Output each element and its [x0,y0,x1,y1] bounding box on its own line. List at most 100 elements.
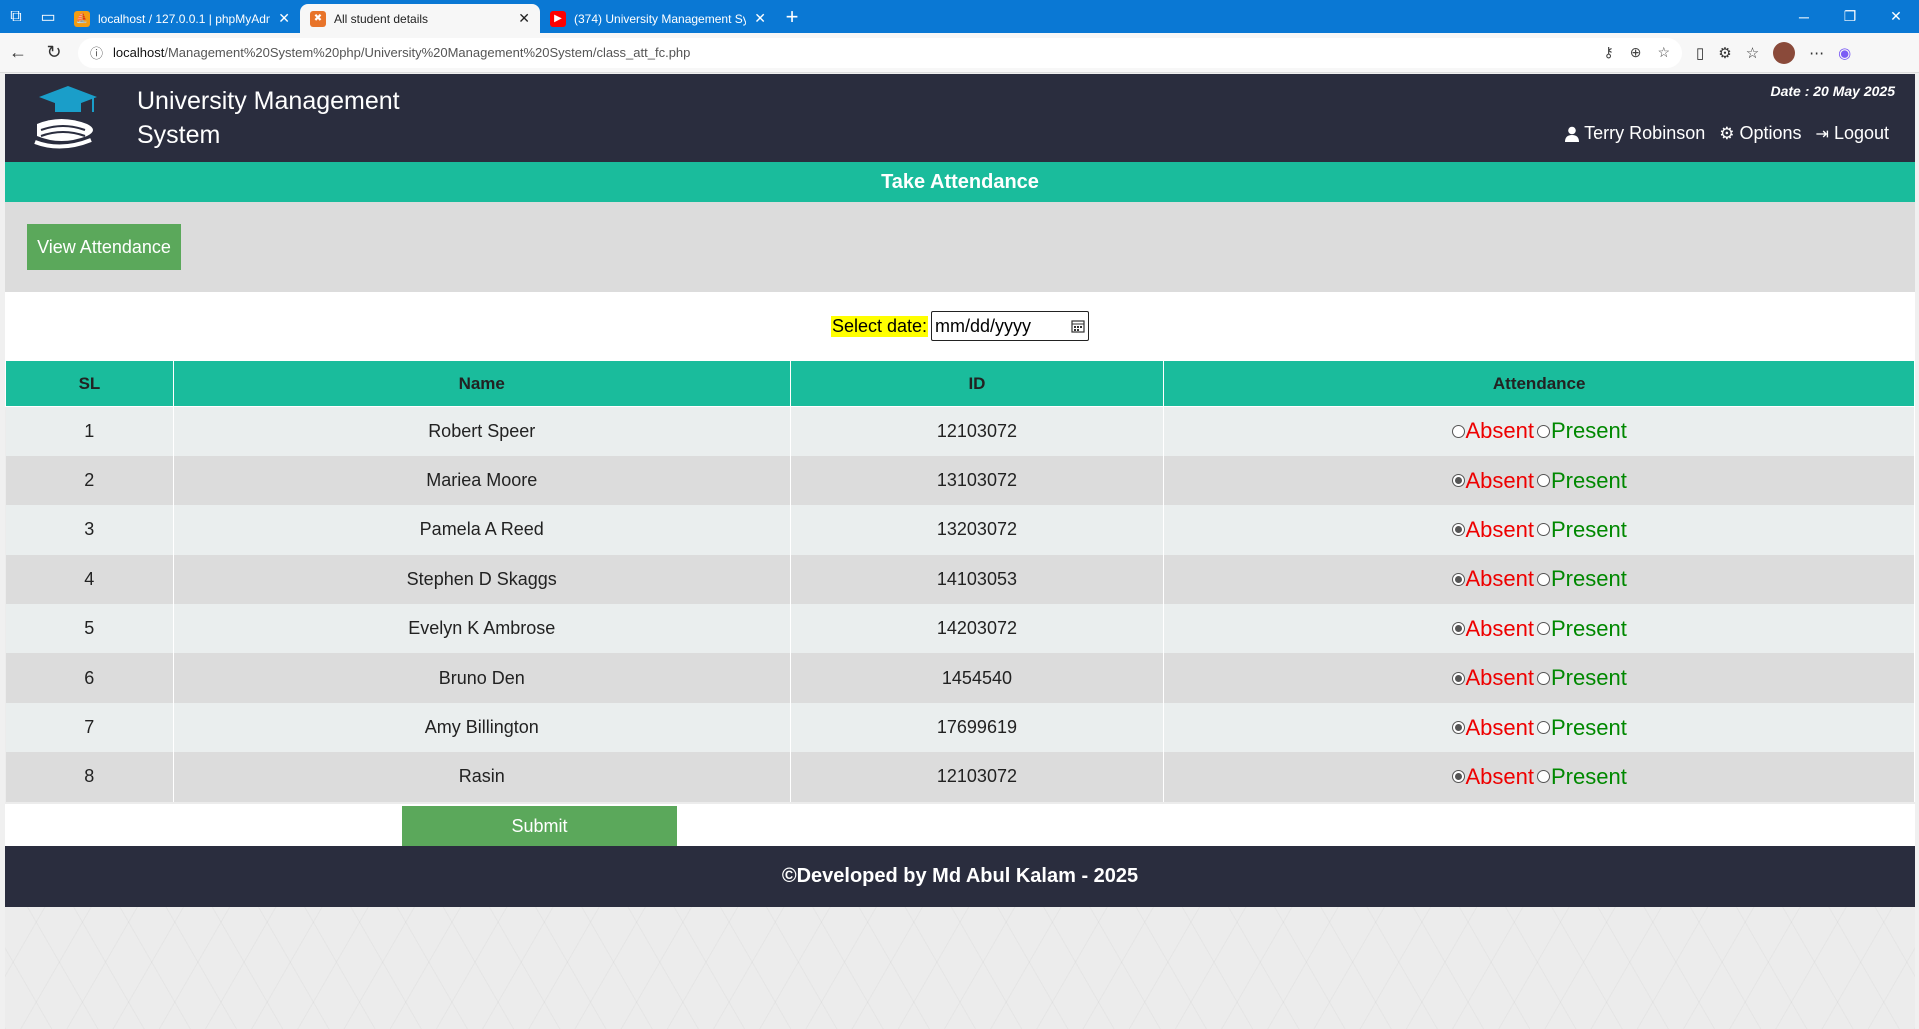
extensions-icon[interactable]: ⚙ [1718,44,1731,62]
refresh-icon[interactable]: ↻ [36,35,72,71]
site-header: University Management System Date : 20 M… [5,74,1915,162]
absent-label[interactable]: Absent [1466,665,1535,691]
minimize-icon[interactable]: ─ [1781,0,1827,33]
browser-tab-bar: ⧉ ▭ ⛵ localhost / 127.0.0.1 | phpMyAdm ✕… [0,0,1919,33]
absent-label[interactable]: Absent [1466,616,1535,642]
absent-label[interactable]: Absent [1466,418,1535,444]
present-label[interactable]: Present [1551,517,1627,543]
tab-title: (374) University Management Sys [574,11,747,26]
absent-radio[interactable] [1451,424,1465,438]
date-input[interactable]: mm/dd/yyyy [931,311,1090,341]
present-label[interactable]: Present [1551,715,1627,741]
user-menu[interactable]: Terry Robinson [1565,123,1705,144]
present-label[interactable]: Present [1551,616,1627,642]
submit-row: Submit [5,804,1915,846]
profile-avatar[interactable] [1773,41,1796,64]
cell-id: 12103072 [790,406,1165,456]
absent-radio[interactable] [1451,474,1465,488]
more-menu-icon[interactable]: ⋯ [1809,44,1824,62]
close-tab-icon[interactable]: ✕ [754,10,766,27]
present-radio[interactable] [1537,622,1550,636]
absent-label[interactable]: Absent [1466,517,1535,543]
submit-button[interactable]: Submit [402,806,677,846]
xampp-favicon-icon: ✖ [310,10,326,27]
tab-title: localhost / 127.0.0.1 | phpMyAdm [98,11,271,26]
cell-name: Bruno Den [173,653,791,703]
present-radio[interactable] [1537,671,1550,685]
absent-label[interactable]: Absent [1466,468,1535,494]
table-row: 1 Robert Speer 12103072 Absent Present [5,406,1915,456]
cell-id: 1454540 [790,653,1165,703]
cell-id: 13103072 [790,455,1165,506]
column-header-name: Name [172,360,791,407]
absent-radio[interactable] [1451,572,1465,586]
absent-radio[interactable] [1451,721,1465,735]
workspaces-icon[interactable]: ⧉ [0,0,32,33]
table-row: 3 Pamela A Reed 13203072 Absent Present [5,505,1915,555]
present-radio[interactable] [1537,424,1550,438]
cell-name: Evelyn K Ambrose [173,604,791,654]
split-screen-icon[interactable]: ▯ [1696,44,1704,62]
present-radio[interactable] [1537,572,1550,586]
cell-sl: 2 [5,455,174,506]
page-background-pattern [5,907,1915,1029]
password-key-icon[interactable]: ⚷ [1603,44,1613,61]
tab-actions-icon[interactable]: ▭ [32,0,64,33]
url-input[interactable]: ⓘ localhost/Management%20System%20php/Un… [78,37,1682,68]
absent-radio[interactable] [1451,622,1465,636]
footer-credit: ©Developed by Md Abul Kalam - 2025 [5,846,1915,907]
absent-radio[interactable] [1451,770,1465,784]
column-header-id: ID [789,360,1165,407]
close-tab-icon[interactable]: ✕ [278,10,290,27]
cell-id: 14103053 [790,554,1165,605]
app-title: University Management System [137,87,400,149]
absent-label[interactable]: Absent [1466,715,1535,741]
calendar-icon[interactable] [1071,319,1085,333]
gear-icon: ⚙ [1719,123,1735,143]
absent-radio[interactable] [1451,523,1465,537]
browser-tab-phpmyadmin[interactable]: ⛵ localhost / 127.0.0.1 | phpMyAdm ✕ [64,4,300,33]
close-tab-icon[interactable]: ✕ [518,10,530,27]
present-label[interactable]: Present [1551,566,1627,592]
back-icon[interactable]: ← [0,35,36,71]
logout-link[interactable]: ⇥ Logout [1816,123,1889,144]
favorite-star-icon[interactable]: ☆ [1657,44,1670,61]
browser-tab-youtube[interactable]: ▶ (374) University Management Sys ✕ [540,4,776,33]
absent-label[interactable]: Absent [1466,566,1535,592]
cell-name: Mariea Moore [173,455,791,506]
site-info-icon[interactable]: ⓘ [90,43,103,62]
present-radio[interactable] [1537,721,1550,735]
present-radio[interactable] [1537,770,1550,784]
date-input-placeholder: mm/dd/yyyy [935,315,1032,336]
present-label[interactable]: Present [1551,764,1627,790]
restore-icon[interactable]: ❐ [1827,0,1873,33]
new-tab-icon[interactable]: + [776,4,808,30]
browser-tab-student-details[interactable]: ✖ All student details ✕ [300,4,540,33]
cell-sl: 8 [5,752,174,802]
cell-name: Rasin [173,752,791,802]
present-radio[interactable] [1537,523,1550,537]
cell-attendance: Absent Present [1163,653,1915,703]
table-row: 7 Amy Billington 17699619 Absent Present [5,702,1915,753]
action-bar: View Attendance [5,202,1915,292]
present-label[interactable]: Present [1551,418,1627,444]
present-radio[interactable] [1537,474,1550,488]
cell-id: 13203072 [790,505,1165,555]
copilot-icon[interactable]: ◉ [1838,44,1851,62]
absent-label[interactable]: Absent [1466,764,1535,790]
column-header-attendance: Attendance [1163,360,1915,407]
present-label[interactable]: Present [1551,468,1627,494]
cell-id: 12103072 [790,752,1165,802]
cell-attendance: Absent Present [1163,752,1915,802]
favorites-icon[interactable]: ☆ [1746,44,1759,62]
close-window-icon[interactable]: ✕ [1873,0,1919,33]
present-label[interactable]: Present [1551,665,1627,691]
user-nav: Terry Robinson ⚙ Options ⇥ Logout [1565,123,1889,144]
view-attendance-button[interactable]: View Attendance [27,224,181,270]
zoom-icon[interactable]: ⊕ [1630,44,1642,61]
logout-label: Logout [1833,123,1889,143]
graduation-cap-logo-icon [34,86,97,149]
absent-radio[interactable] [1451,671,1465,685]
options-link[interactable]: ⚙ Options [1719,123,1801,144]
cell-id: 17699619 [790,702,1165,753]
